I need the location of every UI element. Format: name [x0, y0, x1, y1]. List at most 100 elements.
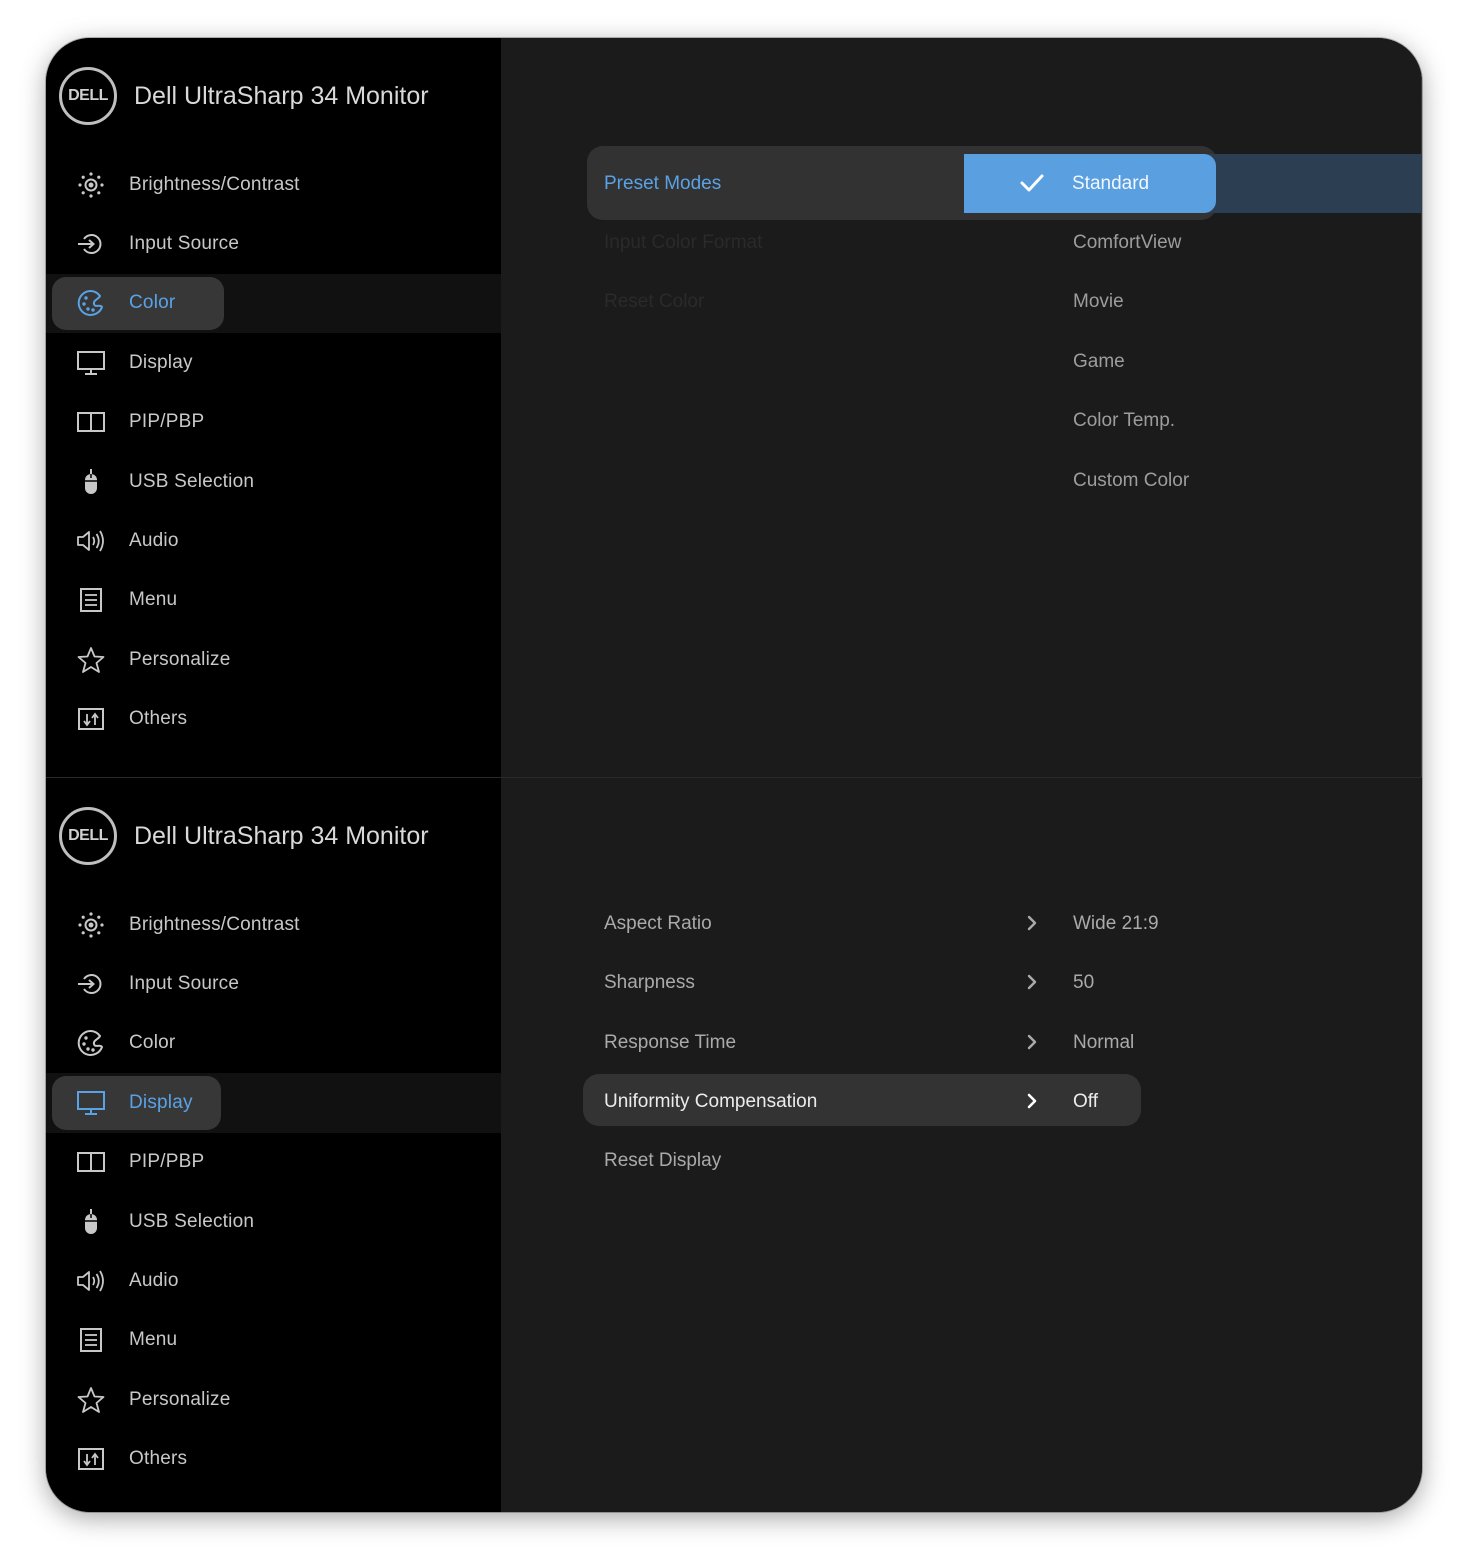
- sidebar-item-label: Others: [129, 1448, 188, 1470]
- sharpness-label: Sharpness: [604, 972, 695, 993]
- chevron-right-icon: [1027, 1034, 1037, 1050]
- monitor-icon: [73, 349, 109, 377]
- star-icon: [73, 646, 109, 674]
- sidebar-item-label: Brightness/Contrast: [129, 913, 300, 935]
- sidebar-item-brightness-contrast[interactable]: Brightness/Contrast: [46, 155, 501, 214]
- sidebar-item-label: Input Source: [129, 973, 240, 995]
- palette-icon: [73, 1029, 109, 1057]
- sidebar-item-display[interactable]: Display: [46, 333, 501, 392]
- preset-option-comfortview[interactable]: ComfortView: [1073, 213, 1181, 272]
- sidebar-item-brightness-contrast[interactable]: Brightness/Contrast: [46, 895, 501, 954]
- brightness-icon: [73, 171, 109, 199]
- sidebar-item-label: PIP/PBP: [129, 1151, 205, 1173]
- osd-panel-color: DELL Dell UltraSharp 34 Monitor Brightne…: [46, 38, 1422, 777]
- sidebar-item-label: Brightness/Contrast: [129, 173, 300, 195]
- speaker-icon: [73, 1267, 109, 1295]
- sidebar-item-color[interactable]: Color: [46, 273, 501, 334]
- monitor-icon: [73, 1089, 109, 1117]
- sidebar-item-input-source[interactable]: Input Source: [46, 954, 501, 1013]
- sidebar-item-label: Color: [129, 292, 176, 314]
- sidebar-item-others[interactable]: Others: [46, 1430, 501, 1489]
- sidebar-item-label: Menu: [129, 1329, 178, 1351]
- mouse-icon: [73, 468, 109, 496]
- dell-logo: DELL: [59, 67, 117, 125]
- brand-header: DELL Dell UltraSharp 34 Monitor: [59, 804, 429, 868]
- dell-logo: DELL: [59, 807, 117, 865]
- preset-option-standard[interactable]: Standard: [964, 154, 1216, 213]
- main-nav: Brightness/Contrast Input Source Color D…: [46, 895, 501, 1489]
- sharpness-row[interactable]: Sharpness 50: [604, 953, 1404, 1012]
- sidebar-item-audio[interactable]: Audio: [46, 511, 501, 570]
- preset-option-game[interactable]: Game: [1073, 332, 1125, 391]
- sidebar-item-label: Display: [129, 351, 193, 373]
- sidebar-item-label: PIP/PBP: [129, 411, 205, 433]
- palette-icon: [73, 289, 109, 317]
- chevron-right-icon: [1027, 915, 1037, 931]
- aspect-ratio-value: Wide 21:9: [1073, 913, 1159, 934]
- preset-option-color-temp[interactable]: Color Temp.: [1073, 391, 1175, 450]
- aspect-ratio-row[interactable]: Aspect Ratio Wide 21:9: [604, 894, 1404, 953]
- response-time-row[interactable]: Response Time Normal: [604, 1013, 1404, 1072]
- menu-icon: [73, 1326, 109, 1354]
- sidebar-item-pip-pbp[interactable]: PIP/PBP: [46, 1133, 501, 1192]
- sidebar-item-personalize[interactable]: Personalize: [46, 630, 501, 689]
- response-time-value: Normal: [1073, 1032, 1135, 1053]
- osd-panel-display: DELL Dell UltraSharp 34 Monitor Brightne…: [46, 777, 1422, 1512]
- sidebar-item-personalize[interactable]: Personalize: [46, 1370, 501, 1429]
- sidebar-item-others[interactable]: Others: [46, 690, 501, 749]
- sharpness-value: 50: [1073, 972, 1095, 993]
- response-time-label: Response Time: [604, 1032, 737, 1053]
- sidebar: DELL Dell UltraSharp 34 Monitor Brightne…: [46, 38, 501, 777]
- reset-display-label: Reset Display: [604, 1150, 722, 1171]
- sidebar-item-usb-selection[interactable]: USB Selection: [46, 1192, 501, 1251]
- star-icon: [73, 1386, 109, 1414]
- sidebar-item-label: Personalize: [129, 648, 231, 670]
- reset-color-label: Reset Color: [604, 291, 705, 312]
- pip-icon: [73, 408, 109, 436]
- input-source-icon: [73, 230, 109, 258]
- others-icon: [73, 1445, 109, 1473]
- sidebar-item-usb-selection[interactable]: USB Selection: [46, 452, 501, 511]
- speaker-icon: [73, 527, 109, 555]
- preset-modes-label[interactable]: Preset Modes: [604, 154, 721, 213]
- sidebar-item-label: Input Source: [129, 233, 240, 255]
- aspect-ratio-label: Aspect Ratio: [604, 913, 712, 934]
- input-color-format-label: Input Color Format: [604, 232, 763, 253]
- menu-icon: [73, 586, 109, 614]
- uniformity-compensation-value: Off: [1073, 1091, 1098, 1112]
- sidebar-item-label: Audio: [129, 1270, 179, 1292]
- sidebar-item-label: Color: [129, 1032, 176, 1054]
- input-source-icon: [73, 970, 109, 998]
- check-icon: [1020, 174, 1044, 192]
- sidebar-item-label: Personalize: [129, 1388, 231, 1410]
- sidebar-item-menu[interactable]: Menu: [46, 1311, 501, 1370]
- others-icon: [73, 705, 109, 733]
- chevron-right-icon: [1027, 974, 1037, 990]
- sidebar-item-pip-pbp[interactable]: PIP/PBP: [46, 393, 501, 452]
- main-nav: Brightness/Contrast Input Source Color D…: [46, 155, 501, 749]
- preset-option-custom-color[interactable]: Custom Color: [1073, 451, 1189, 510]
- sidebar-item-label: USB Selection: [129, 1210, 255, 1232]
- sidebar-item-label: USB Selection: [129, 470, 255, 492]
- sidebar: DELL Dell UltraSharp 34 Monitor Brightne…: [46, 778, 501, 1512]
- sidebar-item-audio[interactable]: Audio: [46, 1251, 501, 1310]
- chevron-right-icon: [1027, 1093, 1037, 1109]
- sidebar-item-menu[interactable]: Menu: [46, 571, 501, 630]
- color-settings: Preset Modes Standard Input Color Format…: [501, 38, 1422, 777]
- sidebar-item-display[interactable]: Display: [46, 1073, 501, 1133]
- sidebar-item-color[interactable]: Color: [46, 1014, 501, 1073]
- input-color-format-row: Input Color Format: [604, 213, 1404, 272]
- brightness-icon: [73, 911, 109, 939]
- sidebar-item-input-source[interactable]: Input Source: [46, 214, 501, 273]
- uniformity-compensation-row[interactable]: Uniformity Compensation Off: [604, 1072, 1404, 1131]
- osd-frame: DELL Dell UltraSharp 34 Monitor Brightne…: [46, 38, 1422, 1512]
- sidebar-item-label: Others: [129, 708, 188, 730]
- pip-icon: [73, 1148, 109, 1176]
- preset-option-movie[interactable]: Movie: [1073, 272, 1124, 331]
- sidebar-item-label: Display: [129, 1091, 193, 1113]
- monitor-title: Dell UltraSharp 34 Monitor: [134, 81, 429, 110]
- monitor-title: Dell UltraSharp 34 Monitor: [134, 821, 429, 850]
- uniformity-compensation-label: Uniformity Compensation: [604, 1091, 818, 1112]
- mouse-icon: [73, 1208, 109, 1236]
- reset-display-row[interactable]: Reset Display: [604, 1131, 1404, 1190]
